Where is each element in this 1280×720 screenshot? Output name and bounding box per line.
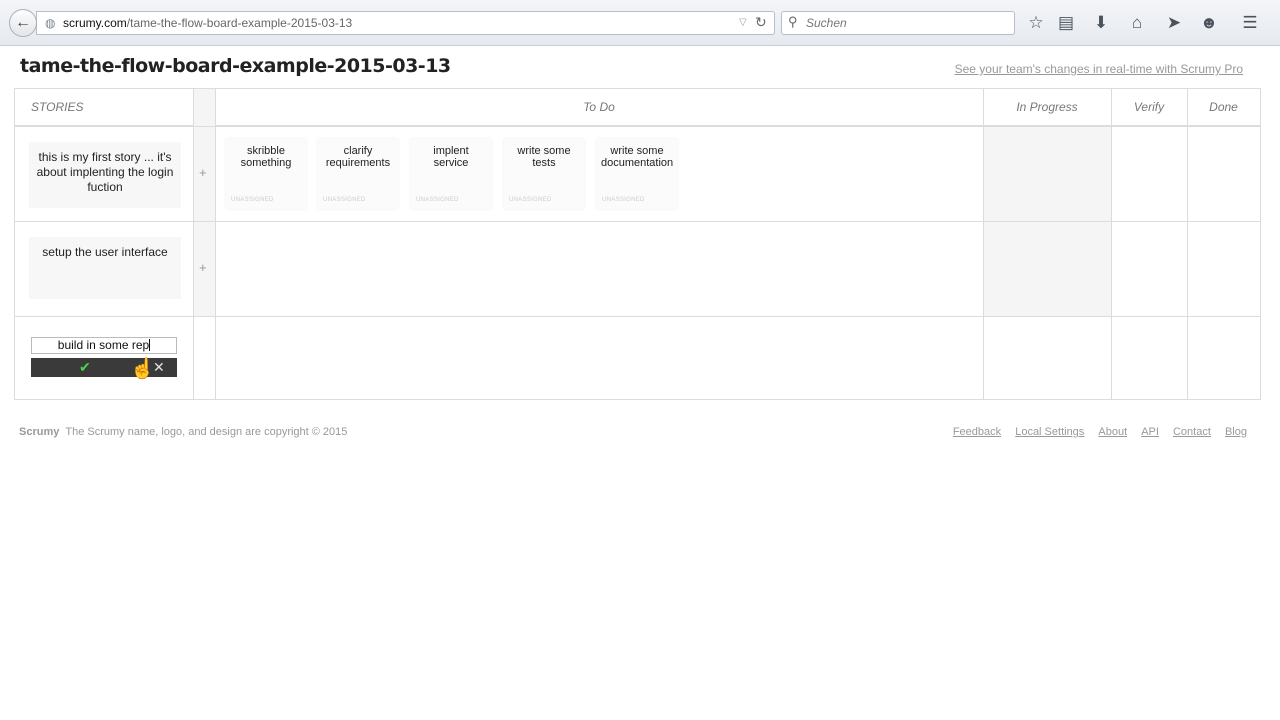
task-card[interactable]: write some documentation UNASSIGNED — [597, 139, 677, 209]
grid-line — [983, 89, 984, 399]
story-card[interactable]: this is my first story ... it's about im… — [29, 142, 181, 208]
task-text: implent service — [433, 145, 469, 169]
footer-link-blog[interactable]: Blog — [1225, 426, 1247, 438]
download-icon[interactable]: ⬇ — [1090, 12, 1112, 34]
grid-line — [1187, 89, 1188, 399]
add-task-button[interactable]: + — [199, 260, 207, 275]
search-input[interactable]: ⚲ Suchen — [781, 11, 1015, 35]
url-domain: scrumy.com — [63, 16, 127, 30]
task-card[interactable]: skribble something UNASSIGNED — [226, 139, 306, 209]
task-text: write some tests — [517, 145, 571, 169]
footer-copyright: Scrumy The Scrumy name, logo, and design … — [19, 426, 347, 438]
dropdown-icon[interactable]: ▽ — [739, 12, 747, 34]
column-header-stories: STORIES — [15, 89, 193, 126]
back-button[interactable]: ← — [9, 9, 37, 37]
url-path: /tame-the-flow-board-example-2015-03-13 — [126, 16, 353, 30]
footer-link-api[interactable]: API — [1141, 426, 1159, 438]
scrum-board: STORIES To Do In Progress Verify Done th… — [14, 88, 1261, 400]
grid-line — [215, 89, 216, 399]
task-assignee[interactable]: UNASSIGNED — [231, 194, 274, 206]
search-placeholder: Suchen — [806, 16, 847, 30]
reload-icon[interactable]: ↻ — [755, 11, 767, 33]
add-task-button[interactable]: + — [199, 165, 207, 180]
home-icon[interactable]: ⌂ — [1126, 12, 1148, 34]
globe-icon: ◍ — [45, 16, 56, 30]
story-card[interactable]: setup the user interface — [29, 237, 181, 299]
task-card[interactable]: write some tests UNASSIGNED — [504, 139, 584, 209]
task-text: clarify requirements — [325, 145, 391, 169]
story-edit-bar: ✔ ✕ — [31, 358, 177, 377]
grid-line — [1111, 89, 1112, 399]
task-assignee[interactable]: UNASSIGNED — [416, 194, 459, 206]
grid-line — [15, 126, 1260, 127]
text-caret — [149, 339, 151, 351]
column-header-in-progress: In Progress — [983, 89, 1111, 126]
checkmark-icon[interactable]: ✔ — [79, 358, 91, 377]
grid-line — [193, 89, 194, 399]
task-assignee[interactable]: UNASSIGNED — [602, 194, 645, 206]
grid-line — [15, 316, 1260, 317]
back-arrow-icon: ← — [15, 14, 31, 31]
browser-toolbar: ◍ scrumy.com/tame-the-flow-board-example… — [0, 0, 1280, 46]
column-header-done: Done — [1187, 89, 1260, 126]
copyright-text: The Scrumy name, logo, and design are co… — [65, 426, 348, 438]
footer-link-about[interactable]: About — [1098, 426, 1127, 438]
column-header-verify: Verify — [1111, 89, 1187, 126]
task-text: skribble something — [240, 145, 292, 169]
task-card[interactable]: implent service UNASSIGNED — [411, 139, 491, 209]
task-assignee[interactable]: UNASSIGNED — [323, 194, 366, 206]
add-header-shade — [193, 89, 215, 126]
footer-link-feedback[interactable]: Feedback — [953, 426, 1001, 438]
task-text: write some documentation — [601, 145, 674, 169]
footer-brand: Scrumy — [19, 426, 60, 438]
task-card[interactable]: clarify requirements UNASSIGNED — [318, 139, 398, 209]
new-story-value: build in some rep — [57, 338, 150, 352]
star-icon[interactable]: ☆ — [1025, 12, 1047, 34]
footer-link-contact[interactable]: Contact — [1173, 426, 1211, 438]
footer-link-local-settings[interactable]: Local Settings — [1015, 426, 1084, 438]
footer-links: Feedback Local Settings About API Contac… — [942, 426, 1247, 438]
new-story-input[interactable]: build in some rep — [31, 337, 177, 354]
column-header-todo: To Do — [215, 89, 983, 126]
url-bar[interactable]: ◍ scrumy.com/tame-the-flow-board-example… — [36, 11, 775, 35]
chat-icon[interactable]: ☻ — [1198, 12, 1220, 34]
menu-icon[interactable]: ☰ — [1239, 12, 1261, 34]
reading-list-icon[interactable]: ▤ — [1055, 12, 1077, 34]
url-text: scrumy.com/tame-the-flow-board-example-2… — [63, 12, 352, 34]
grid-line — [15, 221, 1260, 222]
send-icon[interactable]: ➤ — [1163, 12, 1185, 34]
hand-cursor-icon: ☝ — [130, 358, 155, 380]
search-icon: ⚲ — [788, 14, 798, 29]
promo-link[interactable]: See your team's changes in real-time wit… — [955, 62, 1243, 76]
task-assignee[interactable]: UNASSIGNED — [509, 194, 552, 206]
page-title: tame-the-flow-board-example-2015-03-13 — [20, 55, 451, 77]
